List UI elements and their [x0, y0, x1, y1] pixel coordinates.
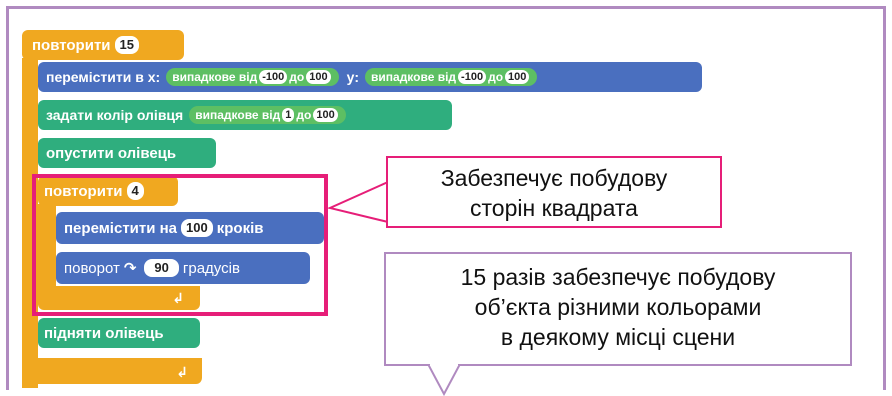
pen-down-block[interactable]: опустити олівець: [38, 138, 216, 168]
square-callout: Забезпечує побудову сторін квадрата: [386, 156, 722, 228]
square-callout-line1: Забезпечує побудову: [440, 165, 668, 191]
pen-up-block[interactable]: підняти олівець: [38, 318, 200, 348]
repeat-count-input[interactable]: 15: [114, 36, 139, 54]
repeat-15-bottom: ↲: [22, 358, 202, 384]
goto-xy-block[interactable]: перемістити в x: випадкове від -100 до 1…: [38, 62, 702, 92]
goto-label: перемістити в x:: [46, 69, 161, 85]
random-y-to-label: до: [488, 70, 504, 84]
random-x-from[interactable]: -100: [259, 70, 288, 84]
repeat-callout-line1: 15 разів забезпечує побудову: [460, 264, 776, 290]
random-color-label: випадкове від: [195, 108, 281, 122]
random-x-to[interactable]: 100: [306, 70, 331, 84]
loop-arrow-icon: ↲: [176, 364, 188, 380]
random-color-to-label: до: [296, 108, 312, 122]
random-x-reporter[interactable]: випадкове від -100 до 100: [166, 68, 339, 86]
repeat-callout-line3: в деякому місці сцени: [500, 324, 736, 350]
inner-loop-highlight: [32, 174, 328, 316]
pen-down-label: опустити олівець: [46, 144, 177, 162]
set-pen-color-block[interactable]: задати колір олівця випадкове від 1 до 1…: [38, 100, 452, 130]
square-callout-pointer: [326, 180, 390, 224]
random-x-to-label: до: [289, 70, 305, 84]
repeat-callout: 15 разів забезпечує побудову об’єкта різ…: [384, 252, 852, 366]
repeat-15-block[interactable]: повторити 15: [22, 30, 184, 60]
random-color-reporter[interactable]: випадкове від 1 до 100: [189, 106, 346, 124]
random-y-reporter[interactable]: випадкове від -100 до 100: [365, 68, 538, 86]
repeat-callout-pointer: [426, 364, 462, 396]
random-color-from[interactable]: 1: [282, 108, 295, 122]
repeat-label: повторити: [32, 36, 111, 54]
set-color-label: задати колір олівця: [46, 107, 184, 123]
random-y-from[interactable]: -100: [458, 70, 487, 84]
random-color-to[interactable]: 100: [313, 108, 338, 122]
random-y-label: випадкове від: [371, 70, 457, 84]
square-callout-line2: сторін квадрата: [470, 195, 638, 221]
y-label: y:: [346, 69, 360, 85]
repeat-callout-line2: об’єкта різними кольорами: [474, 294, 762, 320]
random-x-label: випадкове від: [172, 70, 258, 84]
pen-up-label: підняти олівець: [44, 324, 164, 342]
random-y-to[interactable]: 100: [505, 70, 530, 84]
